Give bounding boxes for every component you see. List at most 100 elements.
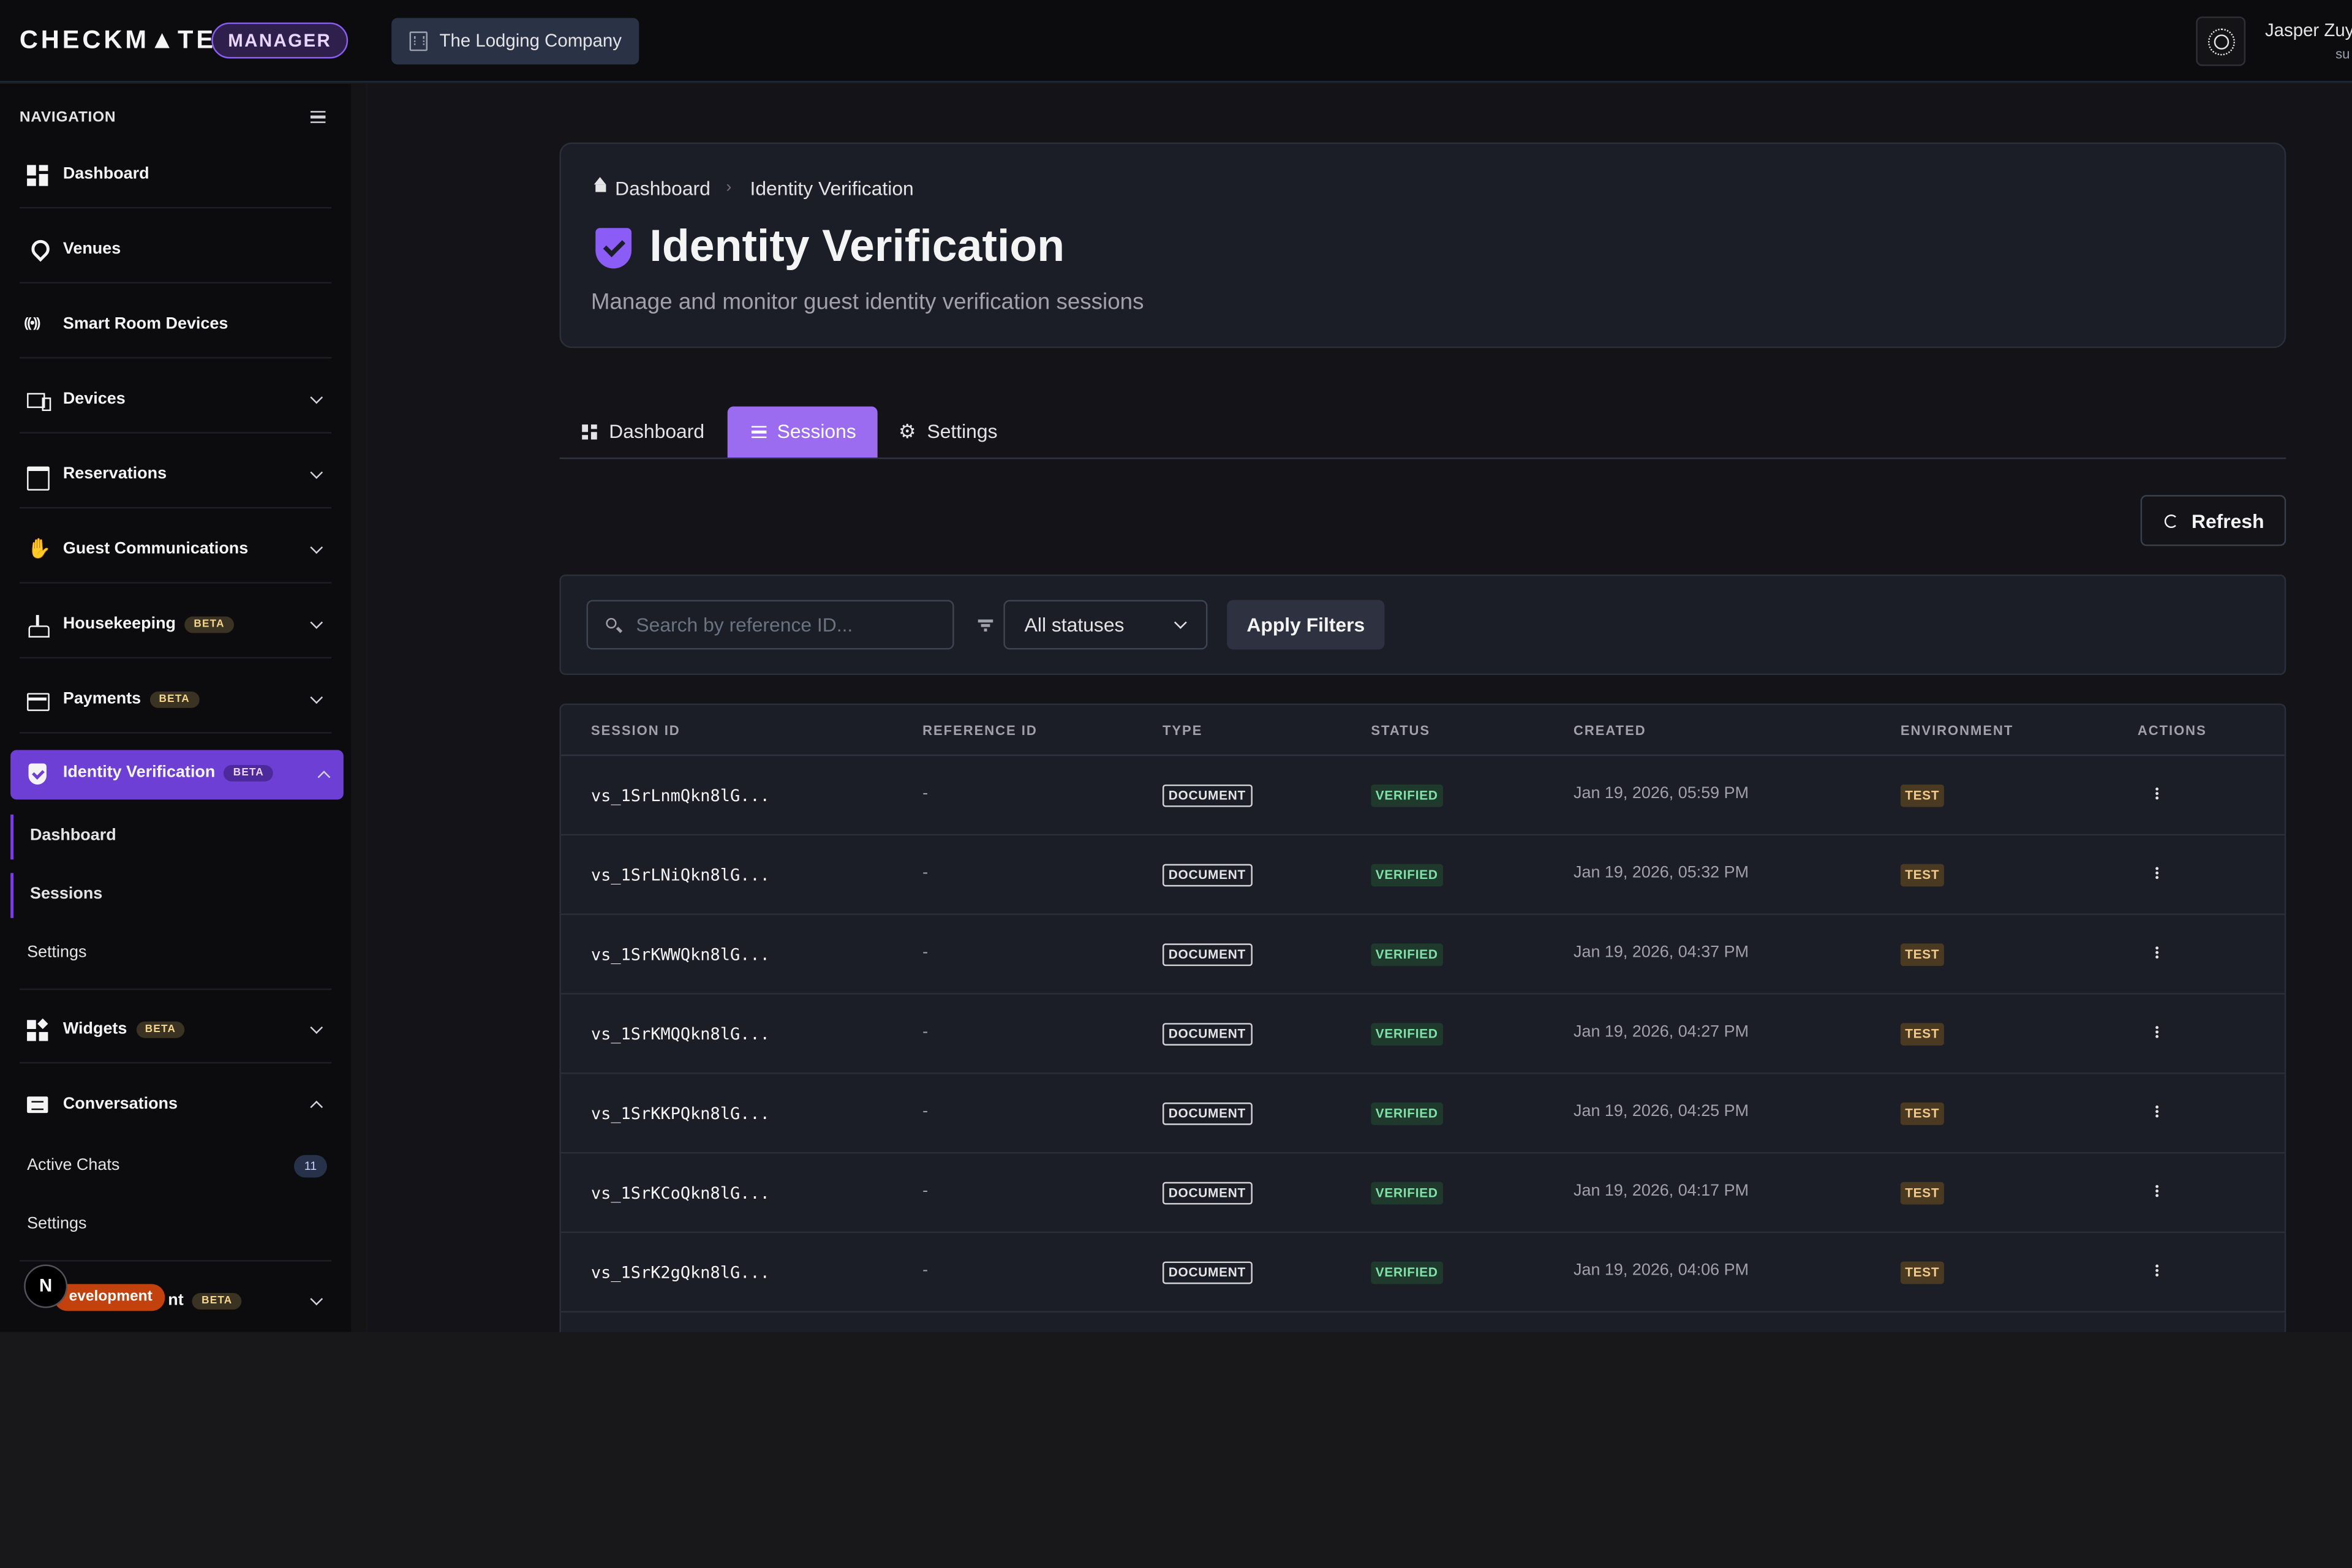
sidebar-item-housekeeping[interactable]: Housekeeping BETA [19, 592, 332, 659]
label-text: Payments [62, 690, 141, 708]
sidebar-item-label: Conversations [62, 1095, 178, 1114]
table-row[interactable]: vs_1SrLnmQkn8lG... - DOCUMENT VERIFIED Jan 1… [560, 756, 2285, 836]
more-actions-icon[interactable] [2152, 786, 2162, 804]
column-header-created[interactable]: CREATED [1574, 723, 1646, 737]
development-mode-badge[interactable]: evelopment [54, 1284, 165, 1311]
dashboard-icon [582, 424, 597, 440]
reference-id-cell: - [922, 1261, 929, 1280]
more-actions-icon[interactable] [2152, 1025, 2162, 1042]
column-header-status[interactable]: STATUS [1371, 723, 1430, 737]
environment-badge: TEST [1900, 784, 1944, 807]
refresh-button[interactable]: Refresh [2140, 495, 2286, 546]
created-cell: Jan 19, 2026, 04:17 PM [1574, 1182, 1749, 1200]
sidebar-item-dashboard[interactable]: Dashboard [19, 143, 332, 209]
sidebar-subitem-dashboard[interactable]: Dashboard [10, 814, 331, 860]
sidebar-item-smart-room-devices[interactable]: Smart Room Devices [19, 293, 332, 359]
reference-id-cell: - [922, 784, 929, 803]
sidebar-subitem-label: Dashboard [29, 826, 116, 845]
type-badge: DOCUMENT [1162, 864, 1252, 887]
more-actions-icon[interactable] [2152, 865, 2162, 883]
column-header-type[interactable]: TYPE [1163, 723, 1202, 737]
created-cell: Jan 19, 2026, 04:27 PM [1574, 1023, 1749, 1041]
sidebar-item-reservations[interactable]: Reservations [19, 442, 332, 509]
created-cell: Jan 19, 2026, 04:25 PM [1574, 1102, 1749, 1121]
breadcrumb-dashboard-link[interactable]: Dashboard [615, 177, 710, 200]
sessions-table: SESSION ID REFERENCE ID TYPE STATUS CREA… [559, 703, 2286, 1349]
status-badge: VERIFIED [1371, 864, 1442, 887]
status-badge: VERIFIED [1371, 1182, 1442, 1205]
dev-tools-indicator-button[interactable]: N [24, 1264, 68, 1308]
calendar-icon [27, 465, 50, 491]
sidebar-subitem-conversation-settings[interactable]: Settings [10, 1203, 331, 1248]
user-name[interactable]: Jasper Zuy [2265, 20, 2352, 40]
tab-dashboard[interactable]: Dashboard [582, 407, 732, 458]
session-id-cell[interactable]: vs_1SrKCoQkn8lG... [591, 1183, 770, 1203]
session-id-cell[interactable]: vs_1SrKMQQkn8lG... [591, 1025, 770, 1044]
sidebar-item-conversations[interactable]: Conversations [20, 1072, 331, 1139]
sidebar-subitem-settings[interactable]: Settings [10, 932, 331, 976]
page-subtitle: Manage and monitor guest identity verifi… [590, 289, 1144, 315]
app-logo[interactable]: CHECKM▲TE [20, 26, 216, 56]
label-text: Housekeeping [62, 615, 176, 633]
sidebar-item-identity-verification[interactable]: Identity Verification BETA [10, 750, 344, 800]
table-row[interactable]: vs_1SrKWWQkn8lG... - DOCUMENT VERIFIED Jan 1… [560, 915, 2285, 995]
table-row[interactable]: vs_1SrLNiQkn8lG... - DOCUMENT VERIFIED Jan 1… [560, 835, 2285, 915]
tab-sessions[interactable]: Sessions [727, 406, 878, 458]
more-actions-icon[interactable] [2152, 1263, 2162, 1281]
tab-settings[interactable]: Settings [899, 407, 1035, 458]
sidebar-subitem-sessions[interactable]: Sessions [10, 873, 331, 918]
status-filter-select[interactable]: All statuses [1003, 600, 1208, 650]
apply-filters-button[interactable]: Apply Filters [1227, 600, 1385, 650]
column-header-session-id[interactable]: SESSION ID [591, 723, 680, 737]
session-id-cell[interactable]: vs_1SrLNiQkn8lG... [591, 865, 770, 885]
session-id-cell[interactable]: vs_1SrK2gQkn8lG... [591, 1263, 770, 1283]
environment-badge: TEST [1900, 1102, 1944, 1125]
beta-badge: BETA [192, 1293, 242, 1310]
type-badge: DOCUMENT [1162, 1182, 1252, 1205]
devices-icon [27, 390, 51, 412]
breadcrumb-separator-icon: › [726, 178, 732, 197]
refresh-label: Refresh [2191, 510, 2264, 533]
reference-id-cell: - [922, 1182, 929, 1200]
table-row[interactable]: vs_1SrK2gQkn8lG... - DOCUMENT VERIFIED Jan 1… [560, 1233, 2285, 1313]
sidebar-item-label: nt BETA [168, 1292, 242, 1310]
chevron-up-icon [310, 1100, 323, 1114]
empty-area [0, 1332, 2352, 1568]
company-switcher-button[interactable]: The Lodging Company [391, 18, 640, 65]
column-header-environment[interactable]: ENVIRONMENT [1901, 723, 2013, 737]
session-id-cell[interactable]: vs_1SrLnmQkn8lG... [591, 786, 770, 805]
chevron-down-icon [310, 691, 323, 704]
more-actions-icon[interactable] [2152, 1104, 2162, 1121]
search-input[interactable] [636, 601, 944, 648]
sidebar-item-guest-communications[interactable]: Guest Communications [19, 518, 332, 584]
table-row[interactable]: vs_1SrKMQQkn8lG... - DOCUMENT VERIFIED Jan 1… [560, 995, 2285, 1074]
chevron-down-icon [310, 616, 323, 629]
active-chats-count-badge: 11 [294, 1155, 327, 1178]
sidebar-item-devices[interactable]: Devices [19, 368, 332, 434]
company-name: The Lodging Company [439, 29, 622, 51]
column-header-reference-id[interactable]: REFERENCE ID [922, 723, 1038, 737]
sidebar-item-widgets[interactable]: Widgets BETA [19, 998, 332, 1064]
more-actions-icon[interactable] [2152, 1183, 2162, 1201]
table-row[interactable]: vs_1SrKKPQkn8lG... - DOCUMENT VERIFIED Jan 1… [560, 1074, 2285, 1154]
more-actions-icon[interactable] [2152, 945, 2162, 963]
chevron-down-icon [310, 1021, 323, 1034]
sidebar-item-label: Identity Verification BETA [63, 764, 273, 782]
sidebar-scrollbar[interactable] [351, 84, 366, 1332]
sidebar-subitem-active-chats[interactable]: Active Chats 11 [10, 1145, 331, 1189]
cleaning-icon [27, 615, 50, 638]
session-id-cell[interactable]: vs_1SrKWWQkn8lG... [591, 945, 770, 965]
beta-badge: BETA [136, 1021, 185, 1038]
search-field[interactable] [586, 600, 954, 650]
table-row[interactable]: vs_1SrKCoQkn8lG... - DOCUMENT VERIFIED Jan 1… [560, 1153, 2285, 1234]
environment-badge: TEST [1900, 1023, 1944, 1046]
theme-toggle-button[interactable] [2196, 16, 2246, 66]
session-id-cell[interactable]: vs_1SrKKPQkn8lG... [591, 1104, 770, 1123]
column-header-actions: ACTIONS [2137, 723, 2207, 738]
menu-icon[interactable] [310, 111, 326, 123]
sidebar-item-venues[interactable]: Venues [19, 217, 332, 284]
app-window: CHECKM▲TE MANAGER The Lodging Company Ja… [0, 0, 2352, 1568]
beta-badge: BETA [149, 691, 199, 708]
filter-bar: All statuses Apply Filters [559, 574, 2286, 676]
sidebar-item-payments[interactable]: Payments BETA [19, 668, 332, 734]
